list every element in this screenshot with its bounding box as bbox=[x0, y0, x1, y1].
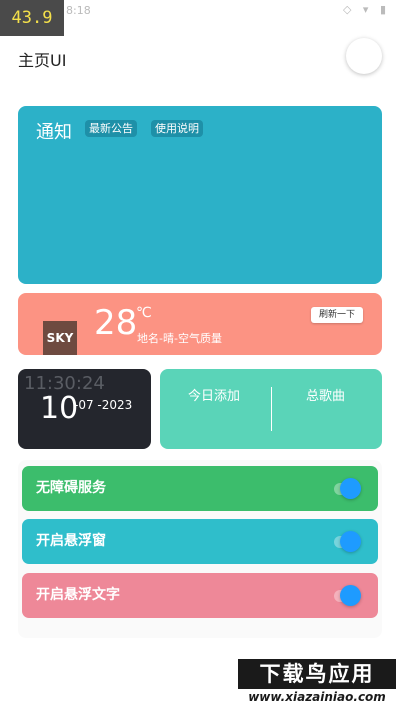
weather-description: 地名-晴-空气质量 bbox=[137, 332, 222, 345]
fps-badge: 43.9 bbox=[0, 0, 64, 36]
weather-card: SKY 28 ℃ 地名-晴-空气质量 刷新一下 bbox=[18, 293, 382, 355]
notice-card: 通知 最新公告 使用说明 bbox=[18, 106, 382, 284]
latest-announcement-chip[interactable]: 最新公告 bbox=[85, 120, 137, 137]
status-icons: ◇ ▾ ▮ bbox=[342, 3, 390, 16]
today-added-label[interactable]: 今日添加 bbox=[188, 385, 240, 404]
stats-card: 今日添加 总歌曲 bbox=[160, 369, 382, 449]
temperature-unit: ℃ bbox=[136, 305, 152, 321]
toggle-panel: 无障碍服务 开启悬浮窗 开启悬浮文字 bbox=[18, 460, 382, 638]
floating-text-switch[interactable] bbox=[340, 585, 361, 606]
usage-guide-chip[interactable]: 使用说明 bbox=[151, 120, 203, 137]
floating-text-row[interactable]: 开启悬浮文字 bbox=[22, 573, 378, 618]
total-songs-label[interactable]: 总歌曲 bbox=[306, 385, 345, 404]
clock-card: 11:30:24 10 -07 -2023 bbox=[18, 369, 151, 449]
accessibility-service-switch[interactable] bbox=[340, 478, 361, 499]
clock-month-year: -07 -2023 bbox=[74, 398, 133, 412]
toggle-label: 开启悬浮窗 bbox=[36, 533, 106, 549]
accessibility-service-row[interactable]: 无障碍服务 bbox=[22, 466, 378, 511]
notice-title: 通知 bbox=[36, 122, 72, 143]
floating-window-row[interactable]: 开启悬浮窗 bbox=[22, 519, 378, 564]
temperature: 28 bbox=[94, 303, 138, 343]
toggle-label: 开启悬浮文字 bbox=[36, 587, 120, 603]
refresh-button[interactable]: 刷新一下 bbox=[311, 307, 363, 323]
clock-day: 10 bbox=[40, 391, 79, 426]
floating-window-switch[interactable] bbox=[340, 531, 361, 552]
status-bar: 43.9 8:18 ◇ ▾ ▮ bbox=[0, 0, 400, 36]
weather-sky-icon: SKY bbox=[43, 321, 77, 355]
watermark-url: www.xiazainiao.com bbox=[248, 690, 386, 704]
toggle-label: 无障碍服务 bbox=[36, 480, 106, 496]
stats-divider bbox=[271, 387, 272, 431]
watermark-logo: 下载鸟应用 www.xiazainiao.com bbox=[238, 657, 396, 707]
watermark-title: 下载鸟应用 bbox=[238, 659, 396, 689]
status-time: 8:18 bbox=[66, 4, 91, 17]
page-title: 主页UI bbox=[18, 51, 67, 70]
avatar[interactable] bbox=[346, 38, 382, 74]
